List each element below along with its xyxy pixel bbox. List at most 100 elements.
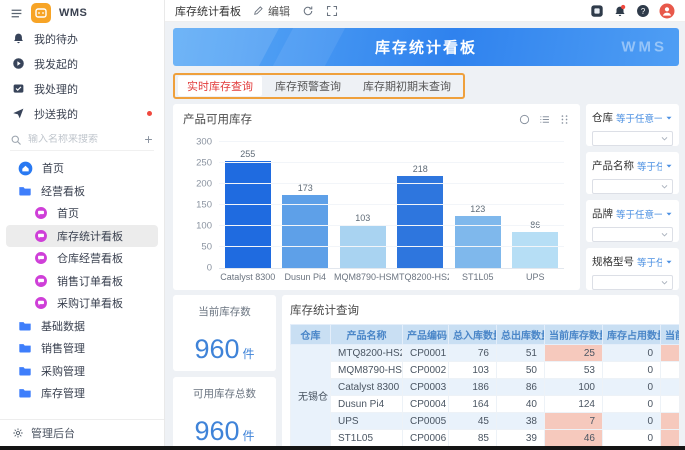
stat-card: 当前库存数960件 (173, 295, 276, 371)
nav-item-label: 基础数据 (41, 318, 85, 334)
filter-operator[interactable]: 等于任... (637, 255, 662, 269)
table-row[interactable]: Dusun Pi4CP0004164401240 (291, 396, 680, 413)
column-header: 产品编码 (403, 325, 449, 345)
edit-button[interactable]: 编辑 (253, 3, 290, 19)
admin-console-button[interactable]: 管理后台 (0, 419, 164, 446)
fullscreen-icon[interactable] (326, 5, 338, 17)
y-axis-tick: 250 (196, 158, 212, 169)
nav-item[interactable]: 经营看板 (6, 180, 158, 203)
nav-item-label: 库存统计看板 (57, 228, 123, 244)
nav-item[interactable]: 采购管理 (6, 360, 158, 383)
inbound-cell: 164 (449, 396, 497, 413)
refresh-icon[interactable] (302, 5, 314, 17)
sidebar-item-label: 我发起的 (34, 56, 78, 72)
filter-operator[interactable]: 等于任意一... (616, 111, 662, 125)
bell-icon (12, 32, 25, 45)
caret-down-icon[interactable] (665, 258, 673, 266)
bar[interactable] (397, 176, 443, 268)
help-icon[interactable]: ? (636, 4, 650, 18)
bar-value-label: 123 (470, 204, 485, 214)
query-tabs: 实时库存查询库存预警查询库存期初期末查询 (173, 73, 465, 99)
occupied-cell: 0 (603, 430, 661, 447)
menu-toggle-icon[interactable] (10, 7, 23, 20)
middle-row: 产品可用库存 25517310321812386 300250200150100… (173, 104, 679, 290)
task-icon (12, 82, 25, 95)
bar[interactable] (282, 195, 328, 268)
gear-icon (12, 427, 24, 439)
current-cell: 46 (545, 430, 603, 447)
nav-item[interactable]: 基础数据 (6, 315, 158, 338)
banner-watermark: WMS (621, 39, 667, 56)
table-row[interactable]: ST1L05CP00068539460 (291, 430, 680, 447)
column-header: 库存占用数量 (603, 325, 661, 345)
filter-card: 规格型号等于任... (586, 248, 679, 290)
sidebar-item-bell[interactable]: 我的待办 (0, 26, 164, 51)
avatar-icon[interactable] (659, 3, 675, 19)
list-icon[interactable] (539, 114, 550, 125)
y-axis-tick: 300 (196, 137, 212, 148)
filter-select[interactable] (592, 131, 673, 146)
inventory-table-card: 库存统计查询 仓库产品名称产品编码总入库数量总出库数量当前库存数量库存占用数量当… (282, 295, 679, 446)
table-row[interactable]: UPSCP0005453870 (291, 413, 680, 430)
nav-item-label: 库存管理 (41, 385, 85, 401)
filter-select[interactable] (592, 227, 673, 242)
notifications-icon[interactable] (613, 4, 627, 18)
gridline (219, 141, 564, 142)
filter-label: 仓库 (592, 110, 613, 125)
nav-item[interactable]: 销售管理 (6, 337, 158, 360)
chat-icon (34, 296, 48, 310)
nav-item[interactable]: 库存管理 (6, 382, 158, 405)
pencil-icon (253, 5, 264, 16)
available-cell (661, 413, 680, 430)
occupied-cell: 0 (603, 413, 661, 430)
add-icon[interactable] (143, 134, 154, 145)
stat-number: 960件 (173, 334, 276, 365)
nav-item-active[interactable]: 库存统计看板 (6, 225, 158, 248)
folder-icon (18, 184, 32, 198)
tab-item[interactable]: 库存预警查询 (266, 76, 350, 96)
product-cell: MQM8790-HS2R (331, 362, 403, 379)
theme-toggle-icon[interactable] (590, 4, 604, 18)
chart-title: 产品可用库存 (183, 111, 252, 127)
home-icon (18, 161, 33, 176)
search-input[interactable] (28, 134, 137, 145)
folder-icon (18, 341, 32, 355)
sidebar-search (10, 129, 154, 151)
filter-label: 品牌 (592, 206, 613, 221)
nav-item[interactable]: 采购订单看板 (6, 292, 158, 315)
product-cell: Dusun Pi4 (331, 396, 403, 413)
tab-item[interactable]: 库存期初期末查询 (354, 76, 460, 96)
filter-label: 产品名称 (592, 158, 634, 173)
table-row[interactable]: MQM8790-HS2RCP000210350530 (291, 362, 680, 379)
sidebar-item-send[interactable]: 抄送我的 (0, 101, 164, 126)
nav-item[interactable]: 首页 (6, 202, 158, 225)
sidebar: WMS 我的待办我发起的我处理的抄送我的 首页经营看板首页库存统计看板仓库经营看… (0, 0, 165, 446)
filter-operator[interactable]: 等于任... (637, 159, 662, 173)
nav-item[interactable]: 仓库经营看板 (6, 247, 158, 270)
sidebar-item-task[interactable]: 我处理的 (0, 76, 164, 101)
caret-down-icon[interactable] (665, 114, 673, 122)
grid-dots-icon[interactable] (559, 114, 570, 125)
loading-circle-icon[interactable] (519, 114, 530, 125)
tab-active[interactable]: 实时库存查询 (178, 76, 262, 96)
bar-value-label: 173 (298, 183, 313, 193)
filter-select[interactable] (592, 275, 673, 290)
folder-icon (18, 364, 32, 378)
filter-select[interactable] (592, 179, 673, 194)
sidebar-item-play[interactable]: 我发起的 (0, 51, 164, 76)
filter-operator[interactable]: 等于任意一... (616, 207, 662, 221)
bar[interactable] (225, 161, 271, 268)
table-row[interactable]: Catalyst 8300CP0003186861000 (291, 379, 680, 396)
sidebar-item-label: 我的待办 (34, 31, 78, 47)
chart-toolbar (519, 114, 570, 125)
caret-down-icon[interactable] (665, 162, 673, 170)
caret-down-icon[interactable] (665, 210, 673, 218)
chart-header: 产品可用库存 (183, 111, 570, 127)
folder-icon (18, 386, 32, 400)
nav-item[interactable]: 销售订单看板 (6, 270, 158, 293)
bar[interactable] (512, 232, 558, 268)
product-cell: MTQ8200-HS2F (331, 345, 403, 362)
chat-icon (34, 274, 48, 288)
table-row[interactable]: 无锡仓MTQ8200-HS2FCP00017651250 (291, 345, 680, 362)
nav-item[interactable]: 首页 (6, 157, 158, 180)
